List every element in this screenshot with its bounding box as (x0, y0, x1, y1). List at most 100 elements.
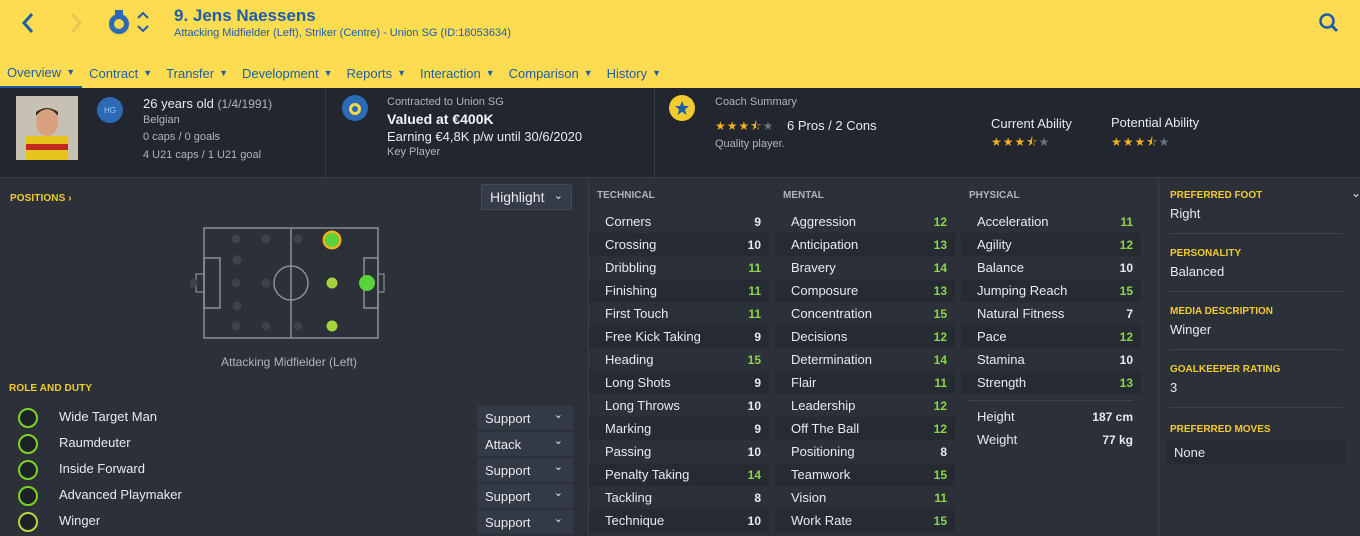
attribute-row[interactable]: Passing 10 (589, 440, 769, 463)
attribute-row[interactable]: Free Kick Taking 9 (589, 325, 769, 348)
attribute-name: Passing (605, 444, 652, 459)
chevron-down-icon: ▼ (143, 68, 153, 78)
attribute-row[interactable]: Decisions 12 (775, 325, 955, 348)
attribute-name: Agility (977, 237, 1012, 252)
attribute-row[interactable]: Corners 9 (589, 210, 769, 233)
player-name: 9. Jens Naessens (174, 6, 316, 25)
attribute-value: 10 (747, 444, 761, 459)
tab-comparison[interactable]: Comparison ▼ (502, 58, 600, 88)
attribute-row[interactable]: Natural Fitness 7 (961, 302, 1141, 325)
chevron-down-icon: ▼ (66, 67, 76, 77)
duty-value: Support (485, 514, 531, 530)
duty-dropdown[interactable]: Support ⌄ (477, 458, 573, 482)
attribute-row[interactable]: Dribbling 11 (589, 256, 769, 279)
attribute-value: 9 (754, 375, 761, 390)
attribute-row[interactable]: Jumping Reach 15 (961, 279, 1141, 302)
highlight-dropdown[interactable]: Highlight ⌄ (481, 184, 572, 210)
forward-button[interactable] (62, 9, 90, 37)
attribute-row[interactable]: Marking 9 (589, 417, 769, 440)
attribute-row[interactable]: Composure 13 (775, 279, 955, 302)
chevron-down-icon[interactable]: ⌄ (1351, 186, 1360, 200)
attribute-value: 15 (1119, 283, 1133, 298)
club-badge-icon[interactable] (342, 95, 368, 121)
tab-overview[interactable]: Overview ▼ (0, 58, 83, 88)
duty-dropdown[interactable]: Support ⌄ (477, 406, 573, 430)
attribute-row[interactable]: Strength 13 (961, 371, 1141, 394)
attribute-row[interactable]: Aggression 12 (775, 210, 955, 233)
attribute-row[interactable]: Work Rate 15 (775, 509, 955, 532)
star-icon: ★ (738, 119, 750, 133)
tab-interaction[interactable]: Interaction ▼ (413, 58, 502, 88)
current-ability-label: Current Ability (991, 116, 1072, 131)
divider (1170, 407, 1342, 408)
role-row[interactable]: Wide Target Man Support ⌄ (0, 405, 588, 431)
attribute-row[interactable]: Positioning 8 (775, 440, 955, 463)
duty-dropdown[interactable]: Support ⌄ (477, 510, 573, 534)
tab-reports[interactable]: Reports ▼ (340, 58, 413, 88)
attribute-value: 15 (933, 306, 947, 321)
attribute-value: 14 (933, 260, 947, 275)
attribute-row[interactable]: Finishing 11 (589, 279, 769, 302)
weight-value: 77 kg (1102, 432, 1133, 447)
attribute-row[interactable]: Teamwork 15 (775, 463, 955, 486)
attribute-row[interactable]: Balance 10 (961, 256, 1141, 279)
chevron-down-icon: ⌄ (553, 513, 563, 525)
attribute-row[interactable]: Penalty Taking 14 (589, 463, 769, 486)
attribute-row[interactable]: Technique 10 (589, 509, 769, 532)
contract-club: Contracted to Union SG (387, 96, 504, 108)
attribute-value: 15 (933, 467, 947, 482)
attribute-row[interactable]: Stamina 10 (961, 348, 1141, 371)
attribute-row[interactable]: First Touch 11 (589, 302, 769, 325)
tab-contract[interactable]: Contract ▼ (82, 58, 159, 88)
attribute-value: 10 (1119, 352, 1133, 367)
attribute-value: 11 (748, 283, 761, 298)
role-row[interactable]: Advanced Playmaker Support ⌄ (0, 483, 588, 509)
role-row[interactable]: Winger Support ⌄ (0, 509, 588, 535)
physical-list: Acceleration 11 Agility 12 Balance 10 Jumping … (961, 210, 1141, 394)
star-icon: ★ (1038, 135, 1050, 149)
positions-link[interactable]: POSITIONS › (10, 193, 72, 204)
star-icon: ★ (1122, 135, 1134, 149)
chevron-down-icon: ⌄ (553, 409, 563, 421)
role-rating-icon (18, 512, 38, 532)
divider (654, 88, 655, 178)
tab-history[interactable]: History ▼ (600, 58, 668, 88)
attribute-row[interactable]: Pace 12 (961, 325, 1141, 348)
attribute-row[interactable]: Vision 11 (775, 486, 955, 509)
coach-rating-stars: ★ ★ ★ ⯪ ★ (715, 120, 773, 132)
club-crest-icon[interactable] (104, 7, 134, 37)
pros-cons[interactable]: 6 Pros / 2 Cons (787, 118, 877, 133)
attribute-value: 12 (933, 398, 947, 413)
tab-label: Interaction (420, 65, 481, 81)
player-photo[interactable] (16, 96, 78, 160)
duty-dropdown[interactable]: Attack ⌄ (477, 432, 573, 456)
attribute-row[interactable]: Tackling 8 (589, 486, 769, 509)
attribute-row[interactable]: Flair 11 (775, 371, 955, 394)
player-subtitle[interactable]: Attacking Midfielder (Left), Striker (Ce… (174, 27, 511, 39)
chevron-left-icon (21, 13, 34, 33)
attribute-row[interactable]: Leadership 12 (775, 394, 955, 417)
attribute-row[interactable]: Off The Ball 12 (775, 417, 955, 440)
attribute-row[interactable]: Heading 15 (589, 348, 769, 371)
duty-dropdown[interactable]: Support ⌄ (477, 484, 573, 508)
height-label: Height (977, 409, 1015, 424)
nationality[interactable]: Belgian (143, 114, 180, 126)
attribute-row[interactable]: Long Throws 10 (589, 394, 769, 417)
attribute-row[interactable]: Long Shots 9 (589, 371, 769, 394)
attribute-row[interactable]: Determination 14 (775, 348, 955, 371)
tab-transfer[interactable]: Transfer ▼ (159, 58, 235, 88)
attribute-row[interactable]: Anticipation 13 (775, 233, 955, 256)
attribute-name: Flair (791, 375, 817, 390)
attribute-row[interactable]: Bravery 14 (775, 256, 955, 279)
search-button[interactable] (1316, 10, 1342, 36)
attribute-row[interactable]: Concentration 15 (775, 302, 955, 325)
attribute-row[interactable]: Agility 12 (961, 233, 1141, 256)
tab-development[interactable]: Development ▼ (235, 58, 340, 88)
role-row[interactable]: Inside Forward Support ⌄ (0, 457, 588, 483)
attribute-row[interactable]: Crossing 10 (589, 233, 769, 256)
role-row[interactable]: Raumdeuter Attack ⌄ (0, 431, 588, 457)
attribute-row[interactable]: Acceleration 11 (961, 210, 1141, 233)
club-stepper[interactable] (136, 8, 150, 36)
mental-list: Aggression 12 Anticipation 13 Bravery 14 Compo… (775, 210, 955, 532)
back-button[interactable] (14, 9, 42, 37)
